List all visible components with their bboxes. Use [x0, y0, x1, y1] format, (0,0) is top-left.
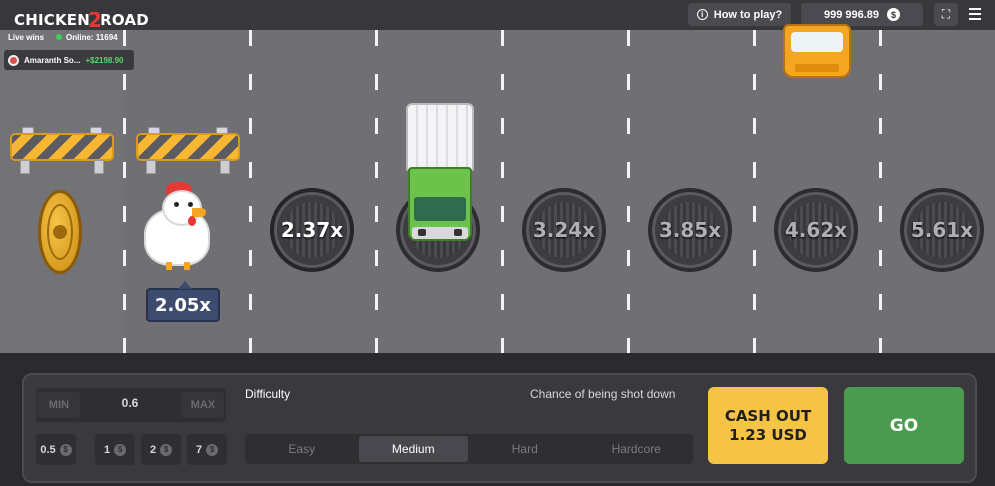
bet-amount-input[interactable]: 0.6: [85, 396, 175, 410]
cash-out-label: CASH OUT: [724, 406, 812, 425]
fullscreen-button[interactable]: ⛶: [934, 3, 958, 26]
balance-value: 999 996.89: [823, 8, 880, 21]
game-root: CHICKEN2ROAD i How to play? 999 996.89 $…: [0, 0, 995, 486]
current-multiplier-badge: 2.05x: [146, 281, 220, 322]
difficulty-label: Difficulty: [245, 387, 291, 401]
lane-manhole[interactable]: 4.62x: [774, 188, 858, 272]
balance-display: 999 996.89 $: [801, 3, 923, 26]
dollar-coin-icon: $: [114, 443, 127, 456]
bet-chip-button[interactable]: 7 $: [187, 434, 227, 465]
chance-label: Chance of being shot down: [530, 387, 676, 401]
go-button[interactable]: GO: [844, 387, 964, 464]
cash-out-amount: 1.23 USD: [729, 425, 807, 444]
lane-divider: [879, 30, 882, 353]
lane-divider: [123, 30, 126, 353]
info-icon: i: [696, 9, 708, 20]
chicken-character: [140, 182, 216, 270]
online-count: Online: 11694: [56, 33, 118, 42]
how-to-play-button[interactable]: i How to play?: [688, 3, 791, 26]
truck-vehicle: [404, 103, 476, 243]
win-user: Amaranth So...: [24, 55, 81, 65]
difficulty-selector: Easy Medium Hard Hardcore: [245, 434, 693, 464]
min-bet-button[interactable]: MIN: [38, 392, 80, 418]
fullscreen-icon: ⛶: [941, 7, 951, 21]
live-wins-header: Live wins Online: 11694: [8, 33, 118, 42]
avatar: [8, 54, 19, 66]
lane-manhole[interactable]: 2.37x: [270, 188, 354, 272]
road-barrier: [136, 124, 240, 174]
live-wins-label: Live wins: [8, 33, 45, 42]
car-vehicle: [781, 24, 853, 80]
logo-two: 2: [87, 8, 103, 32]
how-to-play-label: How to play?: [713, 8, 783, 21]
lane-manhole[interactable]: 3.85x: [648, 188, 732, 272]
lane-divider: [501, 30, 504, 353]
lane-multiplier: 2.37x: [280, 218, 344, 242]
dollar-coin-icon: $: [887, 8, 901, 21]
lane-divider: [249, 30, 252, 353]
logo-road: ROAD: [100, 11, 149, 29]
lane-divider: [627, 30, 630, 353]
max-bet-button[interactable]: MAX: [182, 392, 224, 418]
bet-chip-button[interactable]: 1 $: [95, 434, 135, 465]
bet-chip-button[interactable]: 0.5 $: [36, 434, 76, 465]
gold-coin-icon: [38, 190, 82, 274]
logo: CHICKEN2ROAD: [14, 6, 149, 32]
bet-chip-button[interactable]: 2 $: [141, 434, 181, 465]
hamburger-menu-icon[interactable]: [966, 5, 984, 23]
difficulty-tab-easy[interactable]: Easy: [247, 436, 357, 462]
lane-divider: [375, 30, 378, 353]
dollar-coin-icon: $: [206, 443, 219, 456]
difficulty-tab-hard[interactable]: Hard: [470, 436, 580, 462]
lane-multiplier: 5.61x: [910, 218, 974, 242]
lane-divider: [753, 30, 756, 353]
lane-multiplier: 4.62x: [784, 218, 848, 242]
road-barrier: [10, 124, 114, 174]
lane-multiplier: 3.85x: [658, 218, 722, 242]
cash-out-button[interactable]: CASH OUT 1.23 USD: [708, 387, 828, 464]
dollar-coin-icon: $: [59, 443, 72, 456]
online-dot-icon: [56, 34, 63, 40]
live-win-item: Amaranth So... +$2198.90: [4, 50, 134, 70]
lane-manhole[interactable]: 5.61x: [900, 188, 984, 272]
lane-manhole[interactable]: 3.24x: [522, 188, 606, 272]
lane-multiplier: 3.24x: [532, 218, 596, 242]
difficulty-tab-hardcore[interactable]: Hardcore: [582, 436, 692, 462]
dollar-coin-icon: $: [160, 443, 173, 456]
difficulty-tab-medium[interactable]: Medium: [358, 436, 468, 462]
win-amount: +$2198.90: [85, 55, 124, 65]
logo-chicken: CHICKEN: [14, 11, 90, 29]
